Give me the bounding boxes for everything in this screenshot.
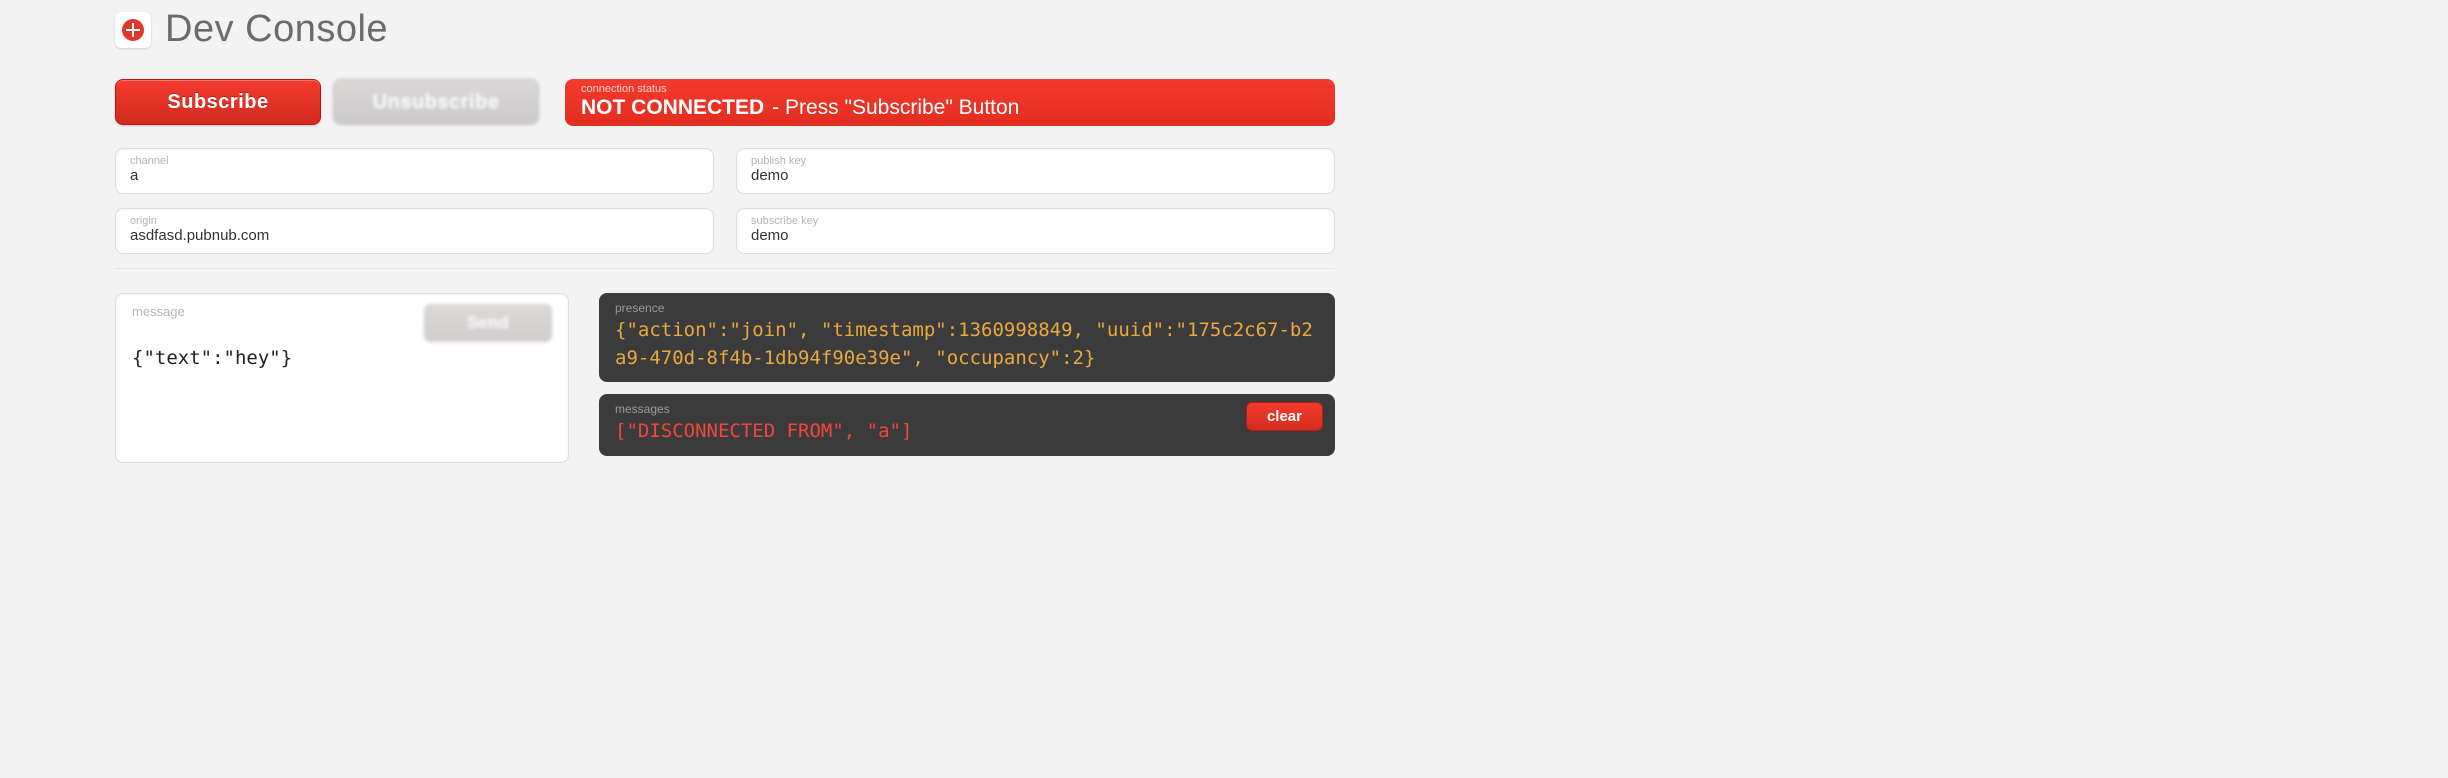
channel-label: channel <box>130 155 699 167</box>
origin-input[interactable] <box>130 227 699 244</box>
message-panel: message Send <box>115 293 569 463</box>
subscribe-key-field[interactable]: subscribe key <box>736 208 1335 254</box>
subscribe-key-label: subscribe key <box>751 215 1320 227</box>
subscribe-key-input[interactable] <box>751 227 1320 244</box>
publish-key-input[interactable] <box>751 167 1320 184</box>
channel-input[interactable] <box>130 167 699 184</box>
origin-field[interactable]: origin <box>115 208 714 254</box>
status-main: NOT CONNECTED <box>581 96 764 120</box>
messages-label: messages <box>615 402 1319 416</box>
subscribe-button[interactable]: Subscribe <box>115 79 321 125</box>
origin-label: origin <box>130 215 699 227</box>
header: Dev Console <box>115 8 1335 51</box>
bottom-row: message Send presence {"action":"join", … <box>115 293 1335 463</box>
unsubscribe-button[interactable]: Unsubscribe <box>333 79 539 125</box>
connection-status: connection status NOT CONNECTED - Press … <box>565 79 1335 126</box>
presence-label: presence <box>615 301 1319 315</box>
config-grid: channel publish key origin subscribe key <box>115 148 1335 269</box>
status-text: NOT CONNECTED - Press "Subscribe" Button <box>581 96 1319 120</box>
app-icon <box>115 12 151 48</box>
messages-panel: messages clear ["DISCONNECTED FROM", "a"… <box>599 394 1335 456</box>
top-controls: Subscribe Unsubscribe connection status … <box>115 79 1335 126</box>
publish-key-label: publish key <box>751 155 1320 167</box>
channel-field[interactable]: channel <box>115 148 714 194</box>
message-input[interactable] <box>132 347 552 391</box>
messages-content: ["DISCONNECTED FROM", "a"] <box>615 418 1319 446</box>
status-sub: - Press "Subscribe" Button <box>772 96 1019 120</box>
page-title: Dev Console <box>165 8 388 51</box>
plus-icon <box>122 19 144 41</box>
send-button[interactable]: Send <box>424 304 552 342</box>
status-label: connection status <box>581 83 1319 95</box>
clear-button[interactable]: clear <box>1246 402 1323 431</box>
right-column: presence {"action":"join", "timestamp":1… <box>599 293 1335 463</box>
presence-content: {"action":"join", "timestamp":1360998849… <box>615 317 1319 372</box>
presence-panel: presence {"action":"join", "timestamp":1… <box>599 293 1335 382</box>
publish-key-field[interactable]: publish key <box>736 148 1335 194</box>
